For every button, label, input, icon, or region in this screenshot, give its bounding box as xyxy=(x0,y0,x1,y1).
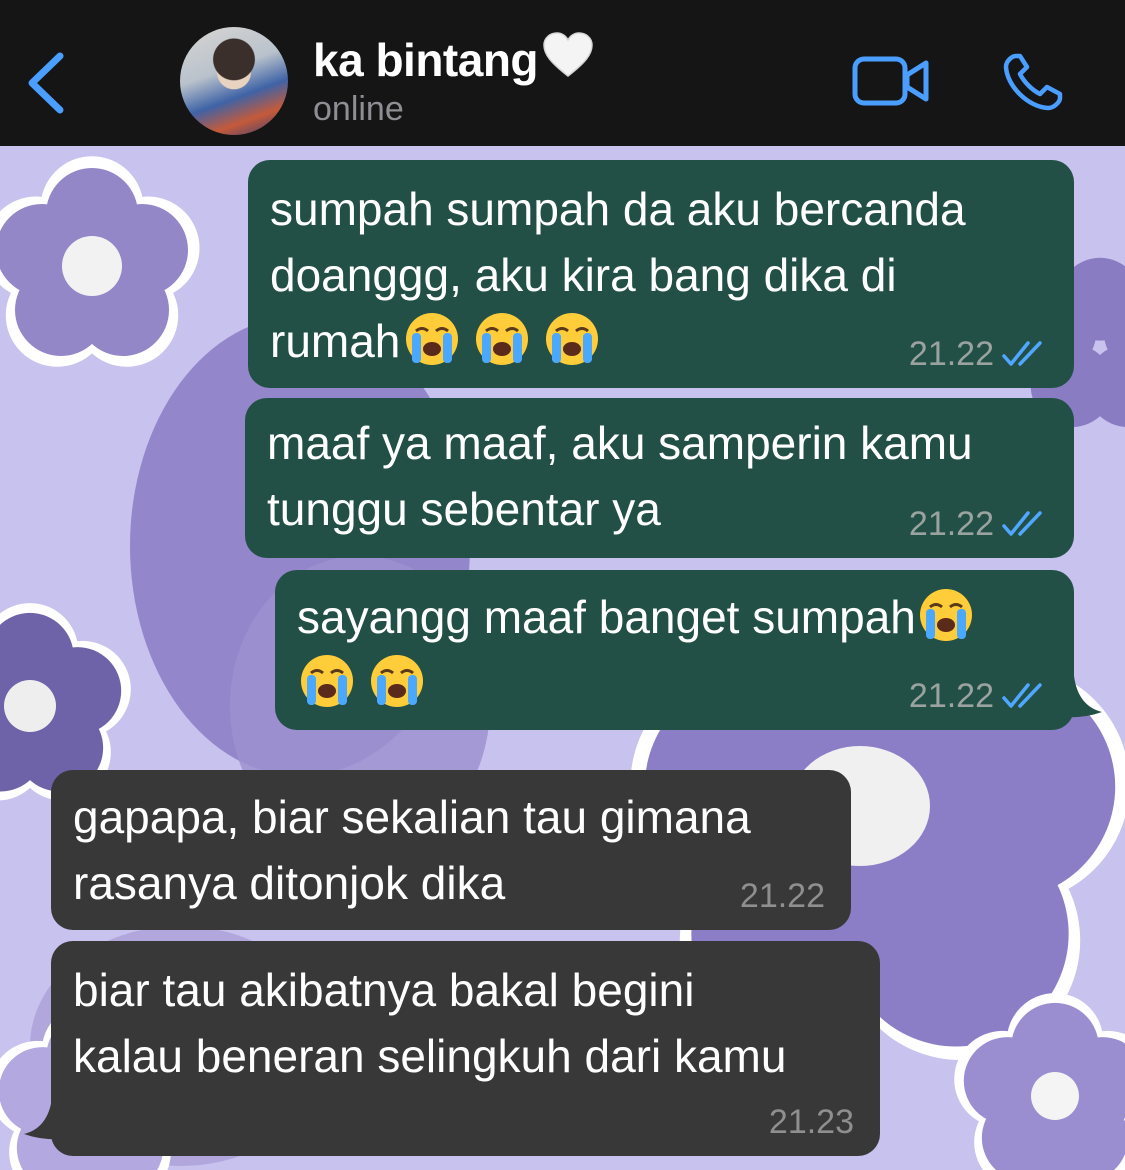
loudly-crying-face-emoji xyxy=(546,313,599,365)
message-time: 21.23 xyxy=(768,1103,854,1141)
phone-call-icon[interactable] xyxy=(1002,52,1066,112)
message-line: kalau beneran selingkuh dari kamu xyxy=(73,1030,787,1082)
incoming-message[interactable]: gapapa, biar sekalian tau gimana rasanya… xyxy=(51,770,851,930)
chat-header: ka bintang online xyxy=(0,0,1125,146)
double-check-read-icon xyxy=(1002,511,1042,536)
message-meta: 21.22 xyxy=(740,876,825,916)
message-line: sayangg maaf banget sumpah xyxy=(297,584,1048,650)
white-heart-icon xyxy=(543,32,593,77)
loudly-crying-face-emoji xyxy=(406,313,459,365)
message-time: 21.22 xyxy=(908,335,994,373)
message-line: rasanya ditonjok dika xyxy=(73,857,506,909)
message-meta: 21.23 xyxy=(769,1102,854,1142)
message-time: 21.22 xyxy=(908,677,994,715)
loudly-crying-face-emoji xyxy=(301,655,353,707)
message-line: doanggg, aku kira bang dika di xyxy=(270,249,897,301)
message-line: biar tau akibatnya bakal begini xyxy=(73,964,695,1016)
contact-status: online xyxy=(313,90,404,128)
loudly-crying-face-emoji xyxy=(476,313,529,365)
outgoing-message[interactable]: sayangg maaf banget sumpah 21.22 xyxy=(275,570,1074,730)
message-meta: 21.22 xyxy=(909,334,1048,374)
double-check-read-icon xyxy=(1002,341,1042,366)
incoming-message[interactable]: biar tau akibatnya bakal begini kalau be… xyxy=(51,941,880,1156)
double-check-read-icon xyxy=(1002,683,1042,708)
back-chevron-icon[interactable] xyxy=(22,48,72,118)
loudly-crying-face-emoji xyxy=(371,655,423,707)
message-line: sumpah sumpah da aku bercanda xyxy=(270,183,966,235)
loudly-crying-face-emoji xyxy=(919,589,972,641)
contact-name-text: ka bintang xyxy=(313,34,539,86)
message-meta: 21.22 xyxy=(909,676,1048,716)
message-line: gapapa, biar sekalian tau gimana xyxy=(73,791,751,843)
contact-name[interactable]: ka bintang xyxy=(313,32,594,87)
message-meta: 21.22 xyxy=(909,504,1048,544)
message-time: 21.22 xyxy=(908,505,994,543)
message-time: 21.22 xyxy=(739,877,825,915)
contact-avatar[interactable] xyxy=(180,27,288,135)
outgoing-message[interactable]: maaf ya maaf, aku samperin kamu tunggu s… xyxy=(245,398,1074,558)
outgoing-message[interactable]: sumpah sumpah da aku bercanda doanggg, a… xyxy=(248,160,1074,388)
video-call-icon[interactable] xyxy=(852,55,930,107)
message-line: maaf ya maaf, aku samperin kamu xyxy=(267,417,973,469)
